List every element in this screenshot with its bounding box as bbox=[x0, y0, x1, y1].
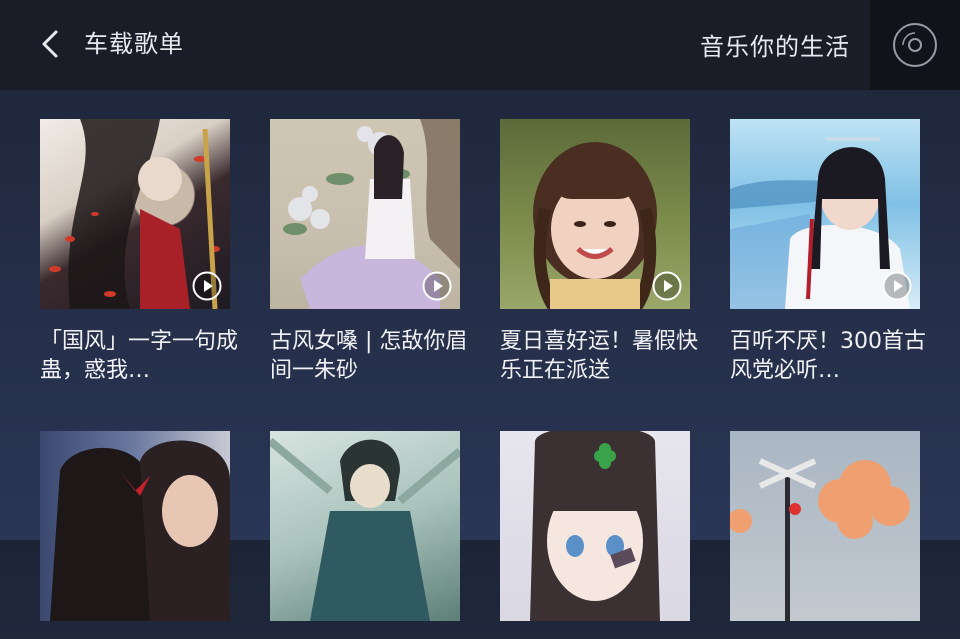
playlist-card[interactable] bbox=[270, 431, 460, 639]
playlist-cover bbox=[270, 431, 460, 621]
playlist-cover bbox=[270, 119, 460, 309]
playlist-card[interactable]: 夏日喜好运！暑假快乐正在派送 bbox=[500, 119, 698, 385]
playlist-title: 「国风」一字一句成蛊，惑我… bbox=[40, 329, 239, 383]
page-title: 车载歌单 bbox=[84, 30, 184, 58]
play-icon[interactable] bbox=[652, 271, 682, 301]
playlist-title: 夏日喜好运！暑假快乐正在派送 bbox=[500, 329, 699, 383]
playlist-card[interactable] bbox=[40, 431, 230, 639]
slogan-text: 音乐你的生活 bbox=[700, 33, 850, 61]
now-playing-button[interactable] bbox=[870, 0, 960, 90]
disc-icon bbox=[893, 23, 937, 67]
play-icon[interactable] bbox=[422, 271, 452, 301]
playlist-cover bbox=[500, 119, 690, 309]
play-icon[interactable] bbox=[192, 271, 222, 301]
chevron-left-icon bbox=[42, 30, 58, 58]
playlist-cover bbox=[500, 431, 690, 621]
cover-art bbox=[270, 437, 460, 621]
cover-art bbox=[50, 440, 230, 621]
playlist-cover bbox=[730, 431, 920, 621]
top-bar: 车载歌单 音乐你的生活 bbox=[0, 0, 960, 90]
cover-art bbox=[530, 431, 660, 621]
cover-art bbox=[730, 458, 910, 621]
playlist-title: 古风女嗓 | 怎敌你眉间一朱砂 bbox=[270, 329, 468, 383]
playlist-card[interactable] bbox=[730, 431, 920, 639]
playlist-cover bbox=[40, 431, 230, 621]
playlist-cover bbox=[730, 119, 920, 309]
playlist-card[interactable]: 古风女嗓 | 怎敌你眉间一朱砂 bbox=[270, 119, 467, 385]
playlist-cover bbox=[40, 119, 230, 309]
playlist-card[interactable] bbox=[500, 431, 690, 639]
playlist-title: 百听不厌！300首古风党必听… bbox=[730, 329, 926, 383]
back-button[interactable] bbox=[30, 24, 70, 64]
playlist-card[interactable]: 「国风」一字一句成蛊，惑我… bbox=[40, 119, 238, 385]
playlist-card[interactable]: 百听不厌！300首古风党必听… bbox=[730, 119, 926, 385]
play-icon[interactable] bbox=[882, 271, 912, 301]
